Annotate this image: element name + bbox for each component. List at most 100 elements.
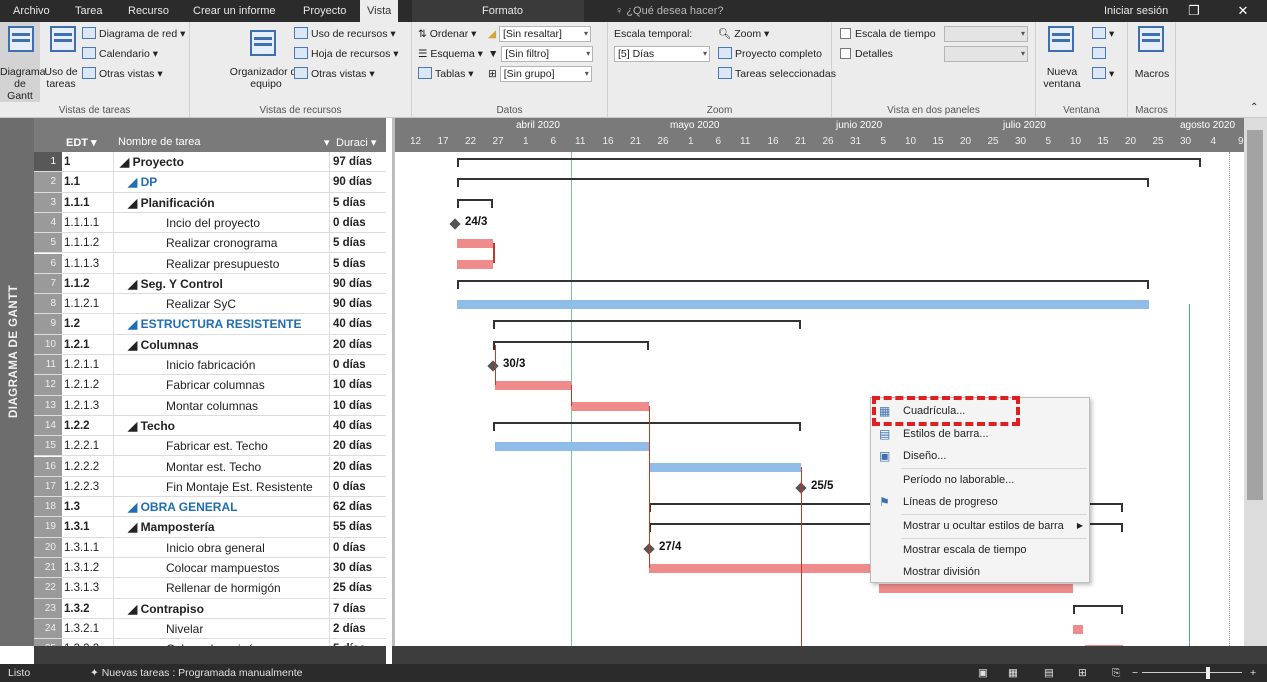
- sort-button[interactable]: ⇅ Ordenar ▾: [418, 26, 476, 42]
- table-row[interactable]: 5 1.1.1.2 Realizar cronograma 5 días: [34, 233, 386, 254]
- table-row[interactable]: 20 1.3.1.1 Inicio obra general 0 días: [34, 537, 386, 558]
- table-row[interactable]: 9 1.2 ◢ ESTRUCTURA RESISTENTE 40 días: [34, 314, 386, 335]
- details-view-select[interactable]: ▾: [944, 46, 1028, 63]
- cell-edt[interactable]: 1.2.1.1: [62, 355, 114, 375]
- cell-duration[interactable]: 62 días: [330, 497, 386, 516]
- task-bar[interactable]: [571, 401, 649, 411]
- cell-edt[interactable]: 1.2.2.2: [62, 456, 114, 476]
- cell-duration[interactable]: 5 días: [330, 639, 386, 646]
- task-bar[interactable]: [457, 239, 493, 249]
- zoom-button[interactable]: 🔍︎ Zoom ▾: [718, 26, 769, 42]
- timeline-checkbox[interactable]: Escala de tiempo: [840, 26, 936, 42]
- dependency-link[interactable]: [571, 385, 572, 406]
- row-number[interactable]: 18: [34, 497, 62, 517]
- zoom-out-icon[interactable]: −: [1132, 664, 1138, 682]
- task-bar[interactable]: [649, 462, 801, 472]
- col-header-duracion[interactable]: Duraci ▾: [336, 136, 376, 149]
- calendar-button[interactable]: Calendario ▾: [82, 46, 158, 62]
- summary-bar[interactable]: [457, 198, 493, 208]
- row-number[interactable]: 11: [34, 355, 62, 375]
- row-number[interactable]: 12: [34, 375, 62, 395]
- other-task-views-button[interactable]: Otras vistas ▾: [82, 66, 163, 82]
- cell-duration[interactable]: 7 días: [330, 599, 386, 618]
- table-row[interactable]: 251.3.2.2Colocar hormigón5 días: [34, 639, 386, 646]
- zoom-in-icon[interactable]: +: [1250, 664, 1256, 682]
- cell-task-name[interactable]: ◢ Columnas: [114, 334, 330, 354]
- row-number[interactable]: 14: [34, 415, 62, 436]
- table-row[interactable]: 10 1.2.1 ◢ Columnas 20 días: [34, 334, 386, 355]
- table-row[interactable]: 8 1.1.2.1 Realizar SyC 90 días: [34, 294, 386, 315]
- cell-edt[interactable]: 1.2.2.3: [62, 476, 114, 497]
- selected-tasks-button[interactable]: Tareas seleccionadas: [718, 66, 836, 82]
- cell-duration[interactable]: 10 días: [330, 396, 386, 415]
- task-bar[interactable]: [457, 300, 1149, 310]
- row-number[interactable]: 15: [34, 436, 62, 456]
- cell-task-name[interactable]: Incio del proyecto: [114, 212, 330, 233]
- resource-usage-button[interactable]: Uso de recursos ▾: [294, 26, 396, 42]
- table-row[interactable]: 12 1.2.1.2 Fabricar columnas 10 días: [34, 375, 386, 396]
- table-row[interactable]: 24 1.3.2.1 Nivelar 2 días: [34, 618, 386, 640]
- row-number[interactable]: 25: [34, 639, 62, 646]
- table-row[interactable]: 16 1.2.2.2 Montar est. Techo 20 días: [34, 456, 386, 477]
- table-horizontal-scrollbar[interactable]: [34, 646, 386, 664]
- cell-duration[interactable]: 55 días: [330, 517, 386, 536]
- table-row[interactable]: 2 1.1 ◢ DP 90 días: [34, 172, 386, 193]
- menu-item[interactable]: ▣ Diseño...: [871, 445, 1091, 467]
- col-header-edt[interactable]: EDT ▾: [66, 136, 97, 149]
- table-row[interactable]: 4 1.1.1.1 Incio del proyecto 0 días: [34, 212, 386, 234]
- row-number[interactable]: 8: [34, 294, 62, 314]
- summary-bar[interactable]: [493, 421, 801, 431]
- row-number[interactable]: 23: [34, 598, 62, 618]
- tell-me-search[interactable]: ♀ ¿Qué desea hacer?: [615, 0, 724, 22]
- tab-crear-informe[interactable]: Crear un informe: [186, 0, 283, 22]
- cell-edt[interactable]: 1.2: [62, 314, 114, 334]
- dependency-link[interactable]: [495, 344, 496, 386]
- cell-task-name[interactable]: ◢ Contrapiso: [114, 598, 330, 618]
- other-resource-views-button[interactable]: Otras vistas ▾: [294, 66, 375, 82]
- cell-edt[interactable]: 1.3.2.2: [62, 639, 114, 646]
- row-number[interactable]: 17: [34, 476, 62, 497]
- task-bar[interactable]: [649, 564, 879, 573]
- menu-item[interactable]: Mostrar escala de tiempo: [871, 539, 1091, 561]
- scrollbar-thumb[interactable]: [1247, 130, 1263, 500]
- resource-sheet-shortcut-icon[interactable]: ⊞: [1078, 664, 1087, 682]
- cell-edt[interactable]: 1.2.1.3: [62, 395, 114, 415]
- menu-item[interactable]: ⚑ Líneas de progreso: [871, 491, 1091, 513]
- cell-edt[interactable]: 1.1.1: [62, 192, 114, 212]
- switch-window-icon[interactable]: ▾: [1092, 66, 1114, 82]
- zoom-slider[interactable]: [1142, 672, 1242, 673]
- summary-bar[interactable]: [493, 320, 801, 330]
- outline-button[interactable]: ☰ Esquema ▾: [418, 46, 483, 62]
- tab-formato[interactable]: Formato: [475, 0, 530, 22]
- cell-task-name[interactable]: ◢ Mampostería: [114, 517, 330, 537]
- cell-duration[interactable]: 0 días: [330, 213, 386, 232]
- cell-task-name[interactable]: ◢ ESTRUCTURA RESISTENTE: [114, 314, 330, 334]
- highlight-select[interactable]: ◢ [Sin resaltar] ▾: [488, 26, 591, 43]
- cell-edt[interactable]: 1: [62, 152, 114, 172]
- cell-duration[interactable]: 90 días: [330, 274, 386, 293]
- dependency-link[interactable]: [1189, 304, 1190, 646]
- milestone-diamond[interactable]: [449, 218, 461, 230]
- timescale-select[interactable]: [5] Días ▾: [614, 46, 710, 63]
- arrange-icon[interactable]: ▾: [1092, 26, 1114, 42]
- row-number[interactable]: 7: [34, 273, 62, 294]
- cell-duration[interactable]: 0 días: [330, 355, 386, 374]
- cell-edt[interactable]: 1.3.1.2: [62, 558, 114, 578]
- row-number[interactable]: 4: [34, 212, 62, 233]
- row-number[interactable]: 24: [34, 618, 62, 639]
- tables-button[interactable]: Tablas ▾: [418, 66, 474, 82]
- table-row[interactable]: 22 1.3.1.3 Rellenar de hormigón 25 días: [34, 578, 386, 599]
- cell-duration[interactable]: 2 días: [330, 619, 386, 638]
- gantt-view-shortcut-icon[interactable]: ▣: [978, 664, 988, 682]
- table-row[interactable]: 7 1.1.2 ◢ Seg. Y Control 90 días: [34, 273, 386, 295]
- menu-item[interactable]: Mostrar división: [871, 561, 1091, 583]
- table-row[interactable]: 1 1 ◢ Proyecto 97 días: [34, 152, 386, 173]
- cell-duration[interactable]: 20 días: [330, 457, 386, 476]
- cell-task-name[interactable]: ◢ Seg. Y Control: [114, 273, 330, 294]
- tab-archivo[interactable]: Archivo: [6, 0, 57, 22]
- cell-edt[interactable]: 1.2.2: [62, 415, 114, 436]
- cell-task-name[interactable]: ◢ Planificación: [114, 192, 330, 212]
- row-number[interactable]: 5: [34, 233, 62, 253]
- table-row[interactable]: 13 1.2.1.3 Montar columnas 10 días: [34, 395, 386, 416]
- gantt-horizontal-scrollbar[interactable]: [392, 646, 1267, 664]
